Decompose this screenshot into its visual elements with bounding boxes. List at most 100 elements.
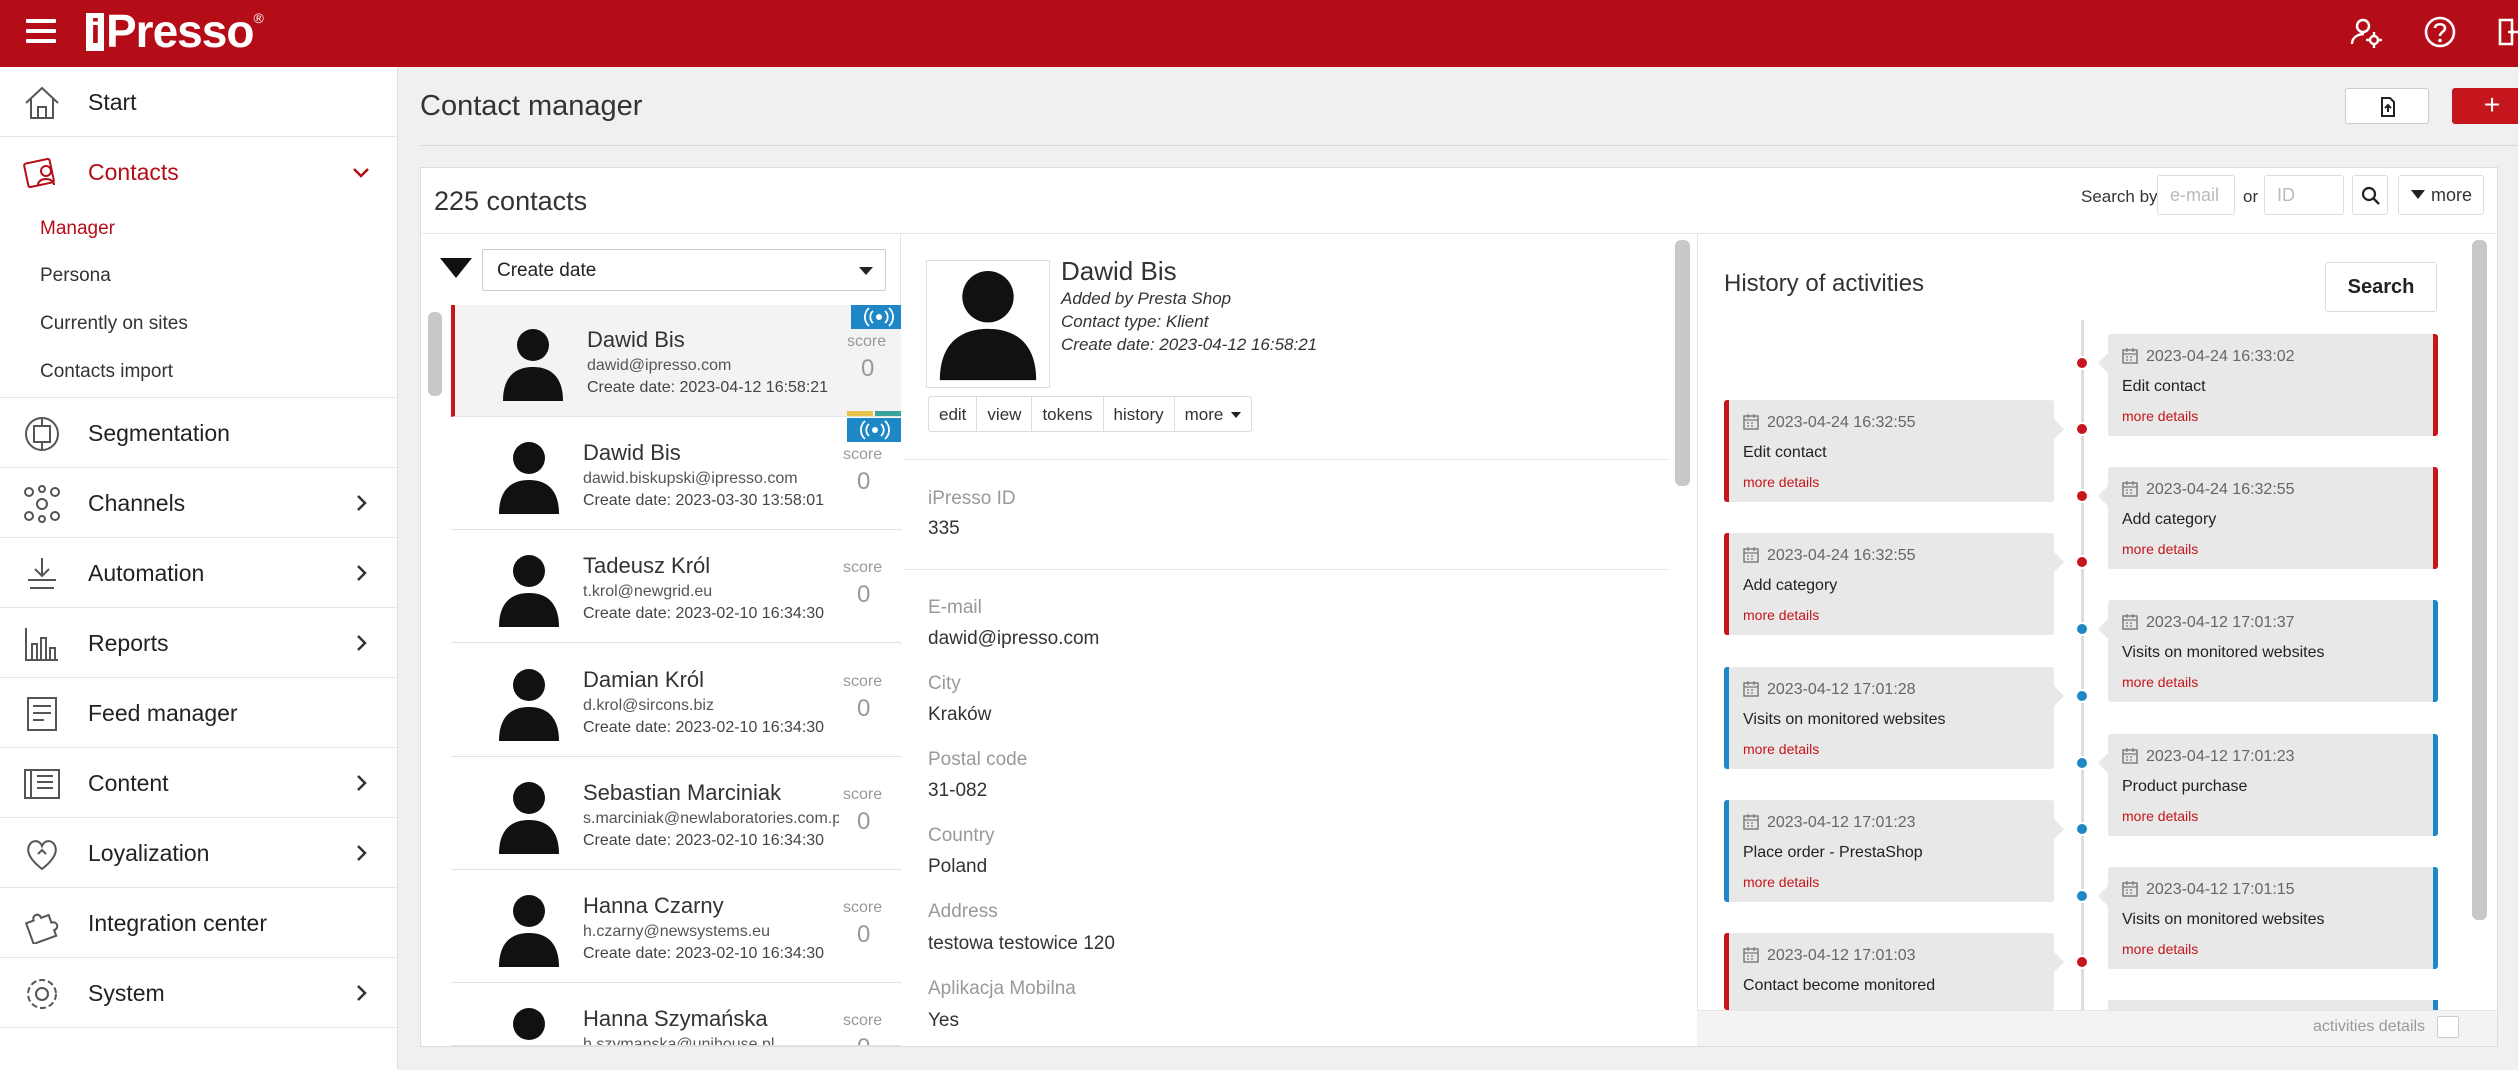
email-search-input[interactable]: e-mail <box>2157 175 2235 215</box>
calendar-icon <box>2122 481 2138 497</box>
id-search-input[interactable]: ID <box>2264 175 2344 215</box>
history-scrollbar[interactable] <box>2472 240 2487 920</box>
card-pointer <box>2098 486 2108 506</box>
signal-badge <box>851 305 901 329</box>
activity-card[interactable]: 2023-04-24 16:32:55 Add category more deta… <box>1724 533 2054 635</box>
score-label: score <box>843 1012 883 1029</box>
help-icon[interactable] <box>2422 14 2458 50</box>
more-label: more <box>2431 185 2473 205</box>
logout-icon[interactable] <box>2496 14 2518 50</box>
sidebar-sub-manager[interactable]: Manager <box>40 218 115 240</box>
detail-scrollbar[interactable] <box>1675 240 1690 486</box>
activity-card[interactable]: 2023-04-24 16:32:55 Edit contact more deta… <box>1724 400 2054 502</box>
export-button[interactable] <box>2345 88 2429 124</box>
activity-name: Place order - PrestaShop <box>1743 844 1923 861</box>
detail-added-by: Added by Presta Shop <box>1061 289 1232 308</box>
timeline-dot <box>2075 622 2089 636</box>
reports-icon <box>25 628 58 661</box>
sidebar-item-loyalization[interactable]: Loyalization <box>0 818 398 888</box>
sidebar-item-content[interactable]: Content <box>0 748 398 818</box>
calendar-icon <box>1743 547 1759 563</box>
list-scrollbar[interactable] <box>428 312 442 396</box>
contact-row[interactable]: Sebastian Marciniak s.marciniak@newlabora… <box>451 758 901 870</box>
tab-view[interactable]: view <box>977 397 1033 431</box>
sidebar-item-contacts[interactable]: Contacts <box>0 137 398 207</box>
sort-direction-toggle[interactable] <box>440 258 472 278</box>
field-value: Yes <box>928 1010 959 1031</box>
chevron-right-icon <box>357 565 367 581</box>
history-search-button[interactable]: Search <box>2325 262 2437 312</box>
activity-date: 2023-04-24 16:32:55 <box>1767 547 1916 564</box>
tab-tokens[interactable]: tokens <box>1032 397 1104 431</box>
sort-select[interactable]: Create date <box>482 249 886 291</box>
sidebar-item-system[interactable]: System <box>0 958 398 1028</box>
field-value: 335 <box>928 518 960 539</box>
search-button[interactable] <box>2352 175 2388 215</box>
activity-name: Visits on monitored websites <box>2122 644 2325 661</box>
contact-row[interactable]: Dawid Bis dawid@ipresso.com Create date: 2… <box>451 305 901 417</box>
tab-edit[interactable]: edit <box>929 397 978 431</box>
tab-history[interactable]: history <box>1104 397 1175 431</box>
calendar-icon <box>2122 881 2138 897</box>
sidebar-sub-contacts-import[interactable]: Contacts import <box>40 361 173 383</box>
activity-card[interactable]: 2023-04-24 16:33:02 Edit contact more deta… <box>2108 334 2438 436</box>
activity-card[interactable]: 2023-04-12 17:01:03 Contact become monito… <box>1724 933 2054 1010</box>
activities-details-checkbox[interactable] <box>2437 1016 2459 1038</box>
sidebar-item-integration-center[interactable]: Integration center <box>0 888 398 958</box>
more-details-link[interactable]: more details <box>1743 474 1819 490</box>
add-contact-button[interactable]: + <box>2452 88 2518 124</box>
more-details-link[interactable]: more details <box>2122 808 2198 824</box>
sidebar-item-automation[interactable]: Automation <box>0 538 398 608</box>
user-settings-icon[interactable] <box>2348 14 2384 50</box>
activity-card[interactable]: 2023-04-12 17:01:28 Visits on monitored w… <box>1724 667 2054 769</box>
more-details-link[interactable]: more details <box>2122 541 2198 557</box>
sidebar-item-start[interactable]: Start <box>0 67 398 137</box>
detail-contact-type: Contact type: Klient <box>1061 312 1209 331</box>
field-label: Country <box>928 825 995 846</box>
chevron-right-icon <box>357 775 367 791</box>
contacts-icon <box>23 157 55 189</box>
contact-row[interactable]: Tadeusz Król t.krol@newgrid.eu Create date… <box>451 531 901 643</box>
more-details-link[interactable]: more details <box>2122 941 2198 957</box>
sidebar-item-feed-manager[interactable]: Feed manager <box>0 678 398 748</box>
sidebar-item-segmentation[interactable]: Segmentation <box>0 398 398 468</box>
feed-icon <box>27 697 57 731</box>
contact-create-date: Create date: 2023-03-30 13:58:01 <box>583 492 825 509</box>
sort-select-value: Create date <box>497 260 597 281</box>
more-details-link[interactable]: more details <box>2122 674 2198 690</box>
activity-card[interactable]: 2023-04-12 17:01:15 Visits on monitored w… <box>2108 867 2438 969</box>
contact-row[interactable]: Hanna Czarny h.czarny@newsystems.eu Create… <box>451 871 901 983</box>
score-label: score <box>843 899 883 916</box>
field-value: Kraków <box>928 704 992 725</box>
hamburger-menu-icon[interactable] <box>26 19 56 45</box>
search-icon <box>2361 186 2380 205</box>
contact-row[interactable]: Hanna Szymańska h.szymanska@unihouse.pl sc… <box>451 984 901 1046</box>
sidebar-sub-persona[interactable]: Persona <box>40 265 111 287</box>
contact-row[interactable]: Damian Król d.krol@sircons.biz Create date… <box>451 645 901 757</box>
calendar-icon <box>2122 348 2138 364</box>
ipresso-logo[interactable]: i Presso® <box>86 4 264 58</box>
page-title: Contact manager <box>420 90 643 122</box>
contact-row[interactable]: Dawid Bis dawid.biskupski@ipresso.com Crea… <box>451 418 901 530</box>
more-details-link[interactable]: more details <box>1743 607 1819 623</box>
activity-card[interactable]: 2023-04-12 17:01:37 Visits on monitored w… <box>2108 600 2438 702</box>
tab-more[interactable]: more <box>1175 397 1252 431</box>
more-details-link[interactable]: more details <box>1743 741 1819 757</box>
activity-card[interactable]: 2023-04-24 16:32:55 Add category more deta… <box>2108 467 2438 569</box>
sidebar-sub-currently-on-sites[interactable]: Currently on sites <box>40 313 188 335</box>
sidebar-item-channels[interactable]: Channels <box>0 468 398 538</box>
score-label: score <box>847 333 887 350</box>
detail-avatar <box>926 260 1050 388</box>
score-value: 0 <box>857 921 871 948</box>
activity-card[interactable]: 2023-04-12 17:01:23 Place order - PrestaS… <box>1724 800 2054 902</box>
user-silhouette-icon <box>499 669 559 741</box>
activity-card-partial <box>2108 1000 2438 1010</box>
more-filters-button[interactable]: more <box>2398 175 2484 215</box>
status-strip <box>847 411 873 416</box>
sidebar-item-reports[interactable]: Reports <box>0 608 398 678</box>
contact-email: s.marciniak@newlaboratories.com.pl <box>583 810 839 827</box>
activity-card[interactable]: 2023-04-12 17:01:23 Product purchase more … <box>2108 734 2438 836</box>
sidebar-item-label: Start <box>88 89 137 115</box>
more-details-link[interactable]: more details <box>2122 408 2198 424</box>
more-details-link[interactable]: more details <box>1743 874 1819 890</box>
